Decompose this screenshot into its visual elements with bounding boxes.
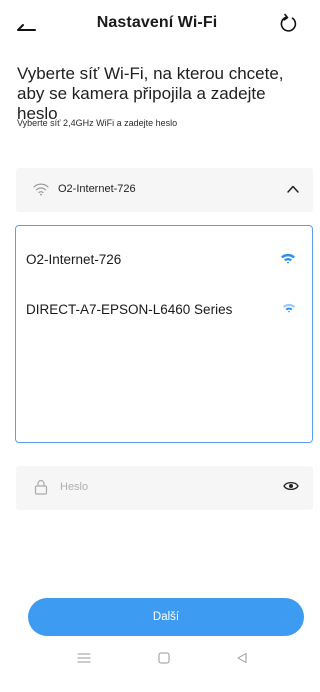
refresh-icon [280,13,297,32]
network-list-item[interactable]: O2-Internet-726 [26,248,302,272]
network-list-item[interactable]: DIRECT-A7-EPSON-L6460 Series [26,298,302,322]
system-home-button[interactable] [154,650,174,666]
page-title: Nastavení Wi-Fi [96,14,218,31]
system-menu-button[interactable] [74,650,94,666]
wifi-icon [33,183,49,196]
instruction-text: Vyberte síť Wi-Fi, na kterou chcete, aby… [17,64,284,123]
header: Nastavení Wi-Fi [0,0,314,50]
eye-icon[interactable] [283,480,299,492]
selected-ssid: O2-Internet-726 [58,183,136,195]
password-input[interactable] [60,477,260,497]
next-button[interactable]: Další [28,598,304,636]
subinstruction-text: Vyberte síť 2,4GHz WiFi a zadejte heslo [17,118,178,128]
network-list: O2-Internet-726 DIRECT-A7-EPSON-L6460 Se… [15,225,313,443]
lock-icon [34,479,48,495]
network-name: O2-Internet-726 [26,252,122,267]
system-back-button[interactable] [232,650,252,666]
password-field-container [16,466,313,510]
back-triangle-icon [237,653,247,663]
network-select[interactable]: O2-Internet-726 [16,168,313,212]
home-square-icon [158,652,170,664]
refresh-button[interactable] [272,8,304,40]
chevron-up-icon[interactable] [285,181,301,197]
menu-icon [77,653,91,663]
wifi-signal-icon [282,303,296,313]
network-name: DIRECT-A7-EPSON-L6460 Series [26,302,233,317]
wifi-signal-icon [281,253,295,264]
